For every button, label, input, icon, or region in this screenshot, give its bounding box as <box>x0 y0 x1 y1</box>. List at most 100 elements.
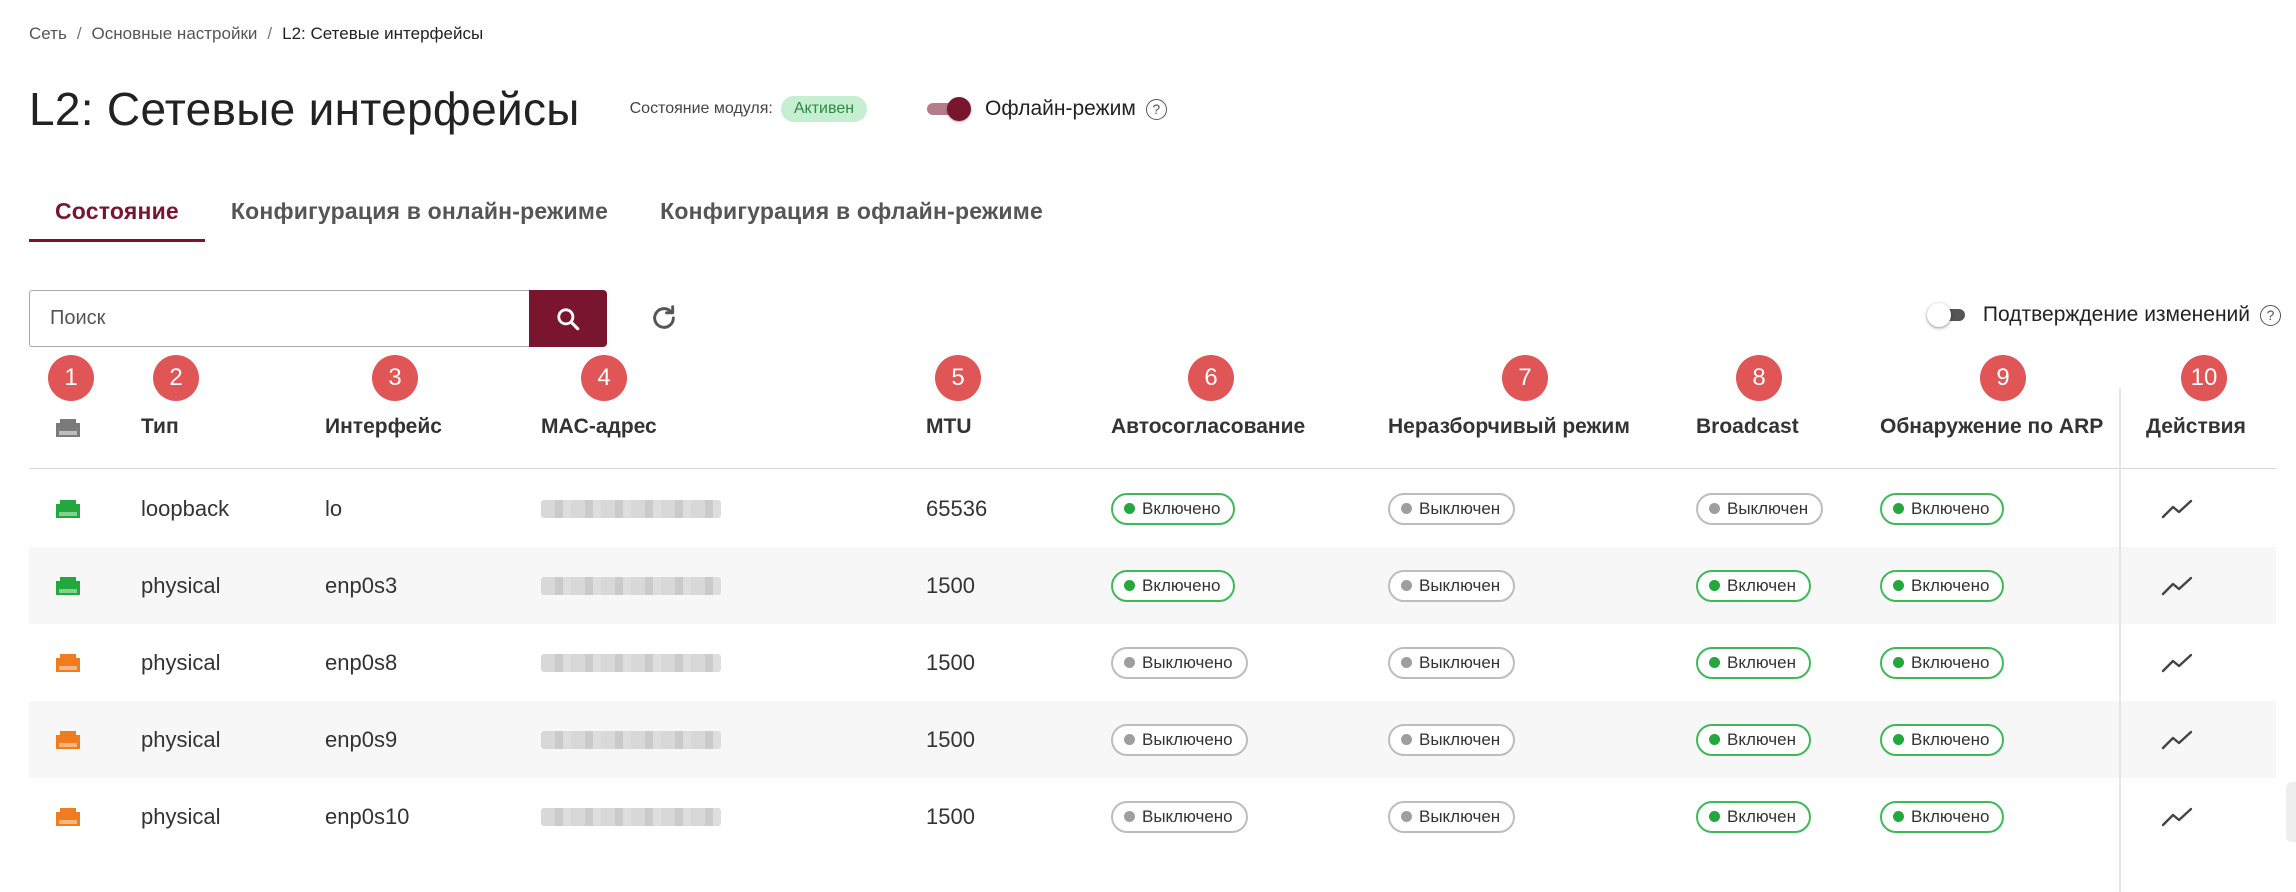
interface-status-icon <box>53 547 83 624</box>
callout-marker-2: 2 <box>153 355 199 401</box>
breadcrumb: Сеть / Основные настройки / L2: Сетевые … <box>29 24 483 44</box>
cell-mtu: 1500 <box>926 803 975 829</box>
promisc-status-pill: Выключен <box>1388 723 1516 756</box>
cell-promisc: Выключен <box>1388 701 1516 778</box>
cell-arp: Включено <box>1880 778 2005 855</box>
arp-status-pill: Включено <box>1880 723 2005 756</box>
cell-mtu: 1500 <box>926 649 975 675</box>
promisc-status-pill: Выключен <box>1388 492 1516 525</box>
help-circle-icon[interactable]: ? <box>2260 304 2281 326</box>
broadcast-status-pill: Включен <box>1696 569 1811 602</box>
tab-online-config[interactable]: Конфигурация в онлайн-режиме <box>205 190 634 242</box>
confirm-changes-toggle[interactable] <box>1926 303 1967 327</box>
cell-actions <box>2161 624 2193 701</box>
cell-type: physical <box>141 572 221 598</box>
column-header-actions: Действия <box>2146 415 2246 438</box>
tab-offline-config[interactable]: Конфигурация в офлайн-режиме <box>634 190 1069 242</box>
cell-actions <box>2161 547 2193 624</box>
autoneg-status-pill: Выключено <box>1111 723 1248 756</box>
trend-chart-icon[interactable] <box>2161 651 2193 675</box>
refresh-icon[interactable] <box>648 302 680 334</box>
column-header-broadcast[interactable]: Broadcast <box>1696 415 1799 445</box>
offline-mode-toggle[interactable] <box>927 97 972 121</box>
cell-arp: Включено <box>1880 624 2005 701</box>
title-row: L2: Сетевые интерфейсы Состояние модуля:… <box>29 78 1167 140</box>
header-divider <box>29 468 2276 469</box>
column-header-type[interactable]: Тип <box>141 415 179 445</box>
callout-marker-8: 8 <box>1736 355 1782 401</box>
side-panel-handle[interactable] <box>2286 782 2296 842</box>
table-row[interactable]: physical enp0s8 1500 Выключено Выключен Включ… <box>29 624 2276 701</box>
cell-actions <box>2161 778 2193 855</box>
search-input[interactable] <box>29 290 529 347</box>
trend-chart-icon[interactable] <box>2161 574 2193 598</box>
column-header-promisc[interactable]: Неразборчивый режим <box>1388 415 1630 445</box>
callout-marker-5: 5 <box>935 355 981 401</box>
breadcrumb-separator: / <box>76 24 82 43</box>
interface-status-icon <box>53 778 83 855</box>
cell-autoneg: Выключено <box>1111 701 1248 778</box>
search-bar <box>29 290 607 347</box>
column-header-mac[interactable]: MAC-адрес <box>541 415 657 445</box>
cell-mac-redacted <box>541 778 721 855</box>
callout-marker-9: 9 <box>1980 355 2026 401</box>
cell-broadcast: Включен <box>1696 624 1811 701</box>
offline-mode-control: Офлайн-режим ? <box>927 97 1167 121</box>
column-header-arp[interactable]: Обнаружение по ARP <box>1880 415 2103 445</box>
search-button[interactable] <box>529 290 607 347</box>
cell-type: physical <box>141 803 221 829</box>
cell-mac-redacted <box>541 701 721 778</box>
table-row[interactable]: physical enp0s3 1500 Включено Выключен Включе… <box>29 547 2276 624</box>
callout-marker-1: 1 <box>48 355 94 401</box>
cell-arp: Включено <box>1880 701 2005 778</box>
arp-status-pill: Включено <box>1880 492 2005 525</box>
table-row[interactable]: physical enp0s9 1500 Выключено Выключен Включ… <box>29 701 2276 778</box>
trend-chart-icon[interactable] <box>2161 497 2193 521</box>
cell-type: physical <box>141 726 221 752</box>
cell-autoneg: Выключено <box>1111 624 1248 701</box>
module-state-label: Состояние модуля: <box>629 100 773 117</box>
confirm-changes-label: Подтверждение изменений <box>1982 303 2250 326</box>
breadcrumb-network[interactable]: Сеть <box>29 24 67 44</box>
autoneg-status-pill: Выключено <box>1111 800 1248 833</box>
autoneg-status-pill: Включено <box>1111 569 1236 602</box>
table-row[interactable]: physical enp0s10 1500 Выключено Выключен Вклю… <box>29 778 2276 855</box>
table-row[interactable]: loopback lo 65536 Включено Выключен Выключен В… <box>29 470 2276 547</box>
interface-status-icon <box>53 624 83 701</box>
breadcrumb-current: L2: Сетевые интерфейсы <box>282 24 484 43</box>
broadcast-status-pill: Включен <box>1696 646 1811 679</box>
page-title: L2: Сетевые интерфейсы <box>29 83 580 135</box>
offline-mode-label: Офлайн-режим <box>985 97 1136 120</box>
help-circle-icon[interactable]: ? <box>1145 98 1167 120</box>
broadcast-status-pill: Включен <box>1696 723 1811 756</box>
tab-bar: Состояние Конфигурация в онлайн-режиме К… <box>29 190 1069 242</box>
tab-state[interactable]: Состояние <box>29 190 205 242</box>
arp-status-pill: Включено <box>1880 569 2005 602</box>
cell-arp: Включено <box>1880 470 2005 547</box>
confirm-changes-control: Подтверждение изменений ? <box>1926 303 2281 327</box>
autoneg-status-pill: Выключено <box>1111 646 1248 679</box>
trend-chart-icon[interactable] <box>2161 805 2193 829</box>
cell-interface: enp0s9 <box>325 726 398 752</box>
promisc-status-pill: Выключен <box>1388 800 1516 833</box>
column-header-mtu[interactable]: MTU <box>926 415 972 445</box>
cell-promisc: Выключен <box>1388 778 1516 855</box>
cell-type: physical <box>141 649 221 675</box>
callout-marker-10: 10 <box>2181 355 2227 401</box>
column-header-autoneg[interactable]: Автосогласование <box>1111 415 1305 445</box>
cell-mac-redacted <box>541 547 721 624</box>
callout-marker-4: 4 <box>581 355 627 401</box>
breadcrumb-basic-settings[interactable]: Основные настройки <box>92 24 258 44</box>
cell-promisc: Выключен <box>1388 470 1516 547</box>
module-state: Состояние модуля: Активен <box>629 96 868 122</box>
cell-interface: enp0s3 <box>325 572 398 598</box>
column-header-interface[interactable]: Интерфейс <box>325 415 442 445</box>
callout-marker-7: 7 <box>1502 355 1548 401</box>
cell-interface: lo <box>325 495 343 521</box>
trend-chart-icon[interactable] <box>2161 728 2193 752</box>
cell-type: loopback <box>141 495 230 521</box>
cell-broadcast: Включен <box>1696 701 1811 778</box>
cell-promisc: Выключен <box>1388 624 1516 701</box>
cell-promisc: Выключен <box>1388 547 1516 624</box>
breadcrumb-separator: / <box>267 24 273 43</box>
